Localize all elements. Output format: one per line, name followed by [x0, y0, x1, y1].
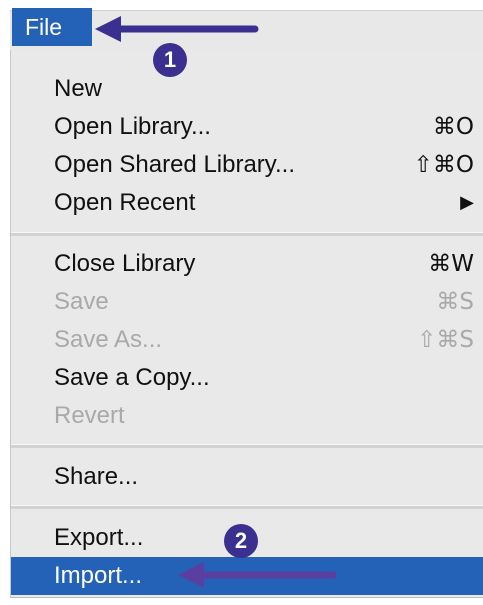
menu-item-save-as: Save As... ⇧⌘S	[11, 321, 483, 359]
menu-item-label: Save a Copy...	[54, 364, 210, 391]
menu-item-shortcut: ⇧⌘S	[417, 327, 474, 353]
menu-item-save: Save ⌘S	[11, 283, 483, 321]
menu-item-label: Save	[54, 288, 109, 315]
menu-item-label: Export...	[54, 524, 144, 551]
menu-item-shortcut: ⌘W	[428, 251, 474, 277]
menu-item-open-recent[interactable]: Open Recent ▶	[11, 184, 483, 222]
menu-item-label: Save As...	[54, 326, 163, 353]
menu-item-shortcut: ⌘S	[436, 289, 474, 315]
menu-item-shortcut: ⇧⌘O	[413, 152, 474, 178]
menu-separator	[11, 505, 483, 509]
menu-separator	[11, 232, 483, 236]
menu-item-label: New	[54, 75, 103, 102]
menu-item-label: Open Recent	[54, 189, 196, 216]
menu-item-label: Open Shared Library...	[54, 151, 296, 178]
menu-item-label: Revert	[54, 402, 125, 429]
menu-item-new[interactable]: New	[11, 70, 483, 108]
menu-item-label: Share...	[54, 463, 139, 490]
menu-separator	[11, 444, 483, 448]
annotation-step-1-badge: 1	[153, 43, 187, 77]
menu-item-label: Import...	[54, 562, 143, 589]
menu-item-share[interactable]: Share...	[11, 458, 483, 496]
file-menu-title[interactable]: File	[12, 8, 92, 46]
menu-item-save-a-copy[interactable]: Save a Copy...	[11, 359, 483, 397]
menu-item-label: Open Library...	[54, 113, 211, 140]
menu-item-revert: Revert	[11, 397, 483, 435]
screenshot-frame: File New Open Library... ⌘O Open Shared …	[0, 0, 483, 605]
menu-item-open-library[interactable]: Open Library... ⌘O	[11, 108, 483, 146]
menu-item-open-shared-library[interactable]: Open Shared Library... ⇧⌘O	[11, 146, 483, 184]
menu-item-shortcut: ⌘O	[432, 114, 474, 140]
file-dropdown-menu: New Open Library... ⌘O Open Shared Libra…	[10, 50, 483, 598]
submenu-arrow-icon: ▶	[460, 192, 474, 213]
menu-item-label: Close Library	[54, 250, 196, 277]
annotation-arrow-1-icon	[95, 16, 259, 42]
menu-item-close-library[interactable]: Close Library ⌘W	[11, 245, 483, 283]
annotation-step-2-badge: 2	[224, 524, 258, 558]
annotation-arrow-2-icon	[178, 562, 337, 588]
